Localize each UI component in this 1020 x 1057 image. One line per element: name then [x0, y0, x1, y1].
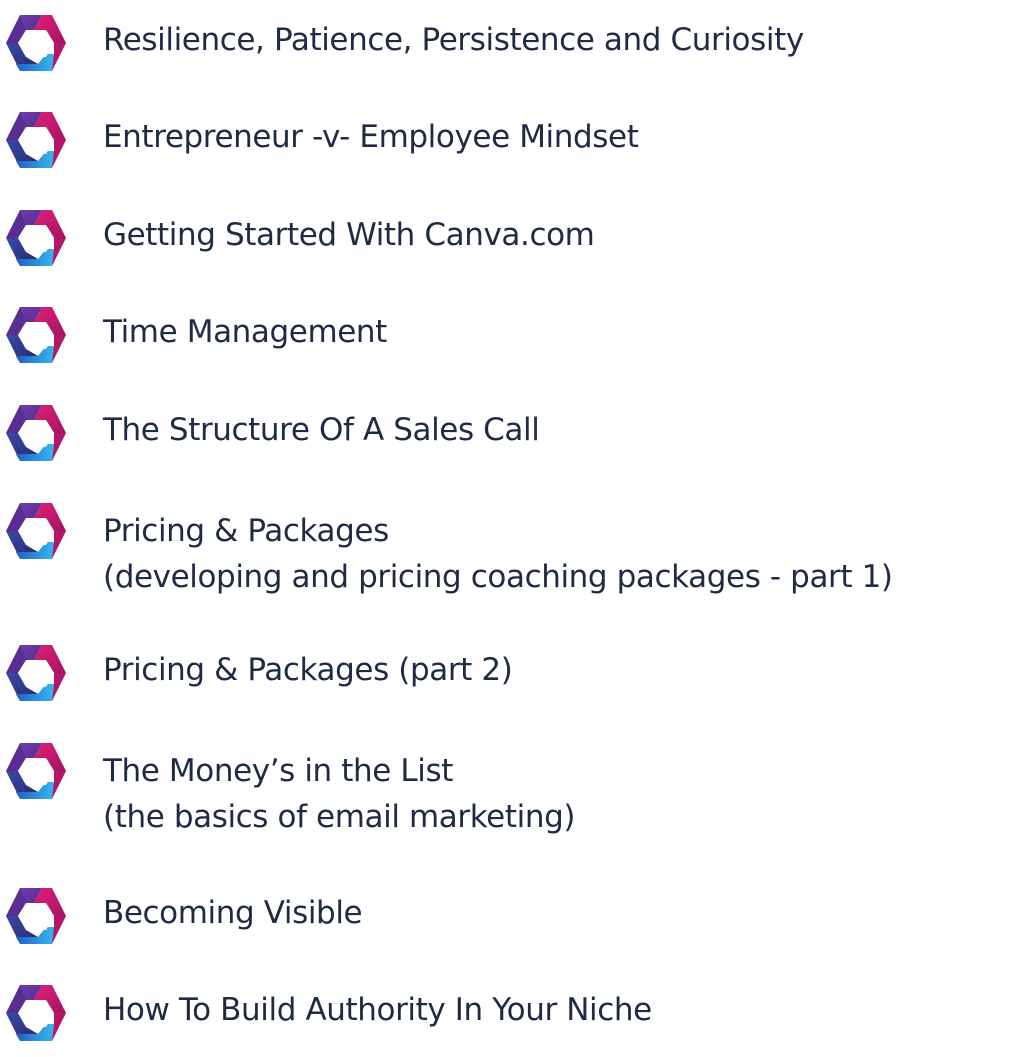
item-title: Pricing & Packages (part 2) — [103, 652, 513, 688]
item-subtitle: (developing and pricing coaching package… — [103, 559, 893, 595]
hexagon-swirl-icon — [4, 984, 68, 1042]
hexagon-swirl-icon — [4, 742, 68, 800]
hexagon-swirl-icon — [4, 404, 68, 462]
hexagon-swirl-icon — [4, 644, 68, 702]
hexagon-swirl-icon — [4, 502, 68, 560]
hexagon-swirl-icon — [4, 887, 68, 945]
hexagon-swirl-icon — [4, 14, 68, 72]
item-subtitle: (the basics of email marketing) — [103, 799, 576, 835]
hexagon-swirl-icon — [4, 306, 68, 364]
item-title: Becoming Visible — [103, 895, 363, 931]
item-title: Pricing & Packages — [103, 513, 389, 549]
item-title: How To Build Authority In Your Niche — [103, 992, 652, 1028]
hexagon-swirl-icon — [4, 111, 68, 169]
item-title: Getting Started With Canva.com — [103, 217, 595, 253]
item-title: Time Management — [103, 314, 387, 350]
hexagon-swirl-icon — [4, 209, 68, 267]
item-title: Entrepreneur -v- Employee Mindset — [103, 119, 639, 155]
item-title: Resilience, Patience, Persistence and Cu… — [103, 22, 804, 58]
item-title: The Structure Of A Sales Call — [103, 412, 540, 448]
item-title: The Money’s in the List — [103, 753, 453, 789]
